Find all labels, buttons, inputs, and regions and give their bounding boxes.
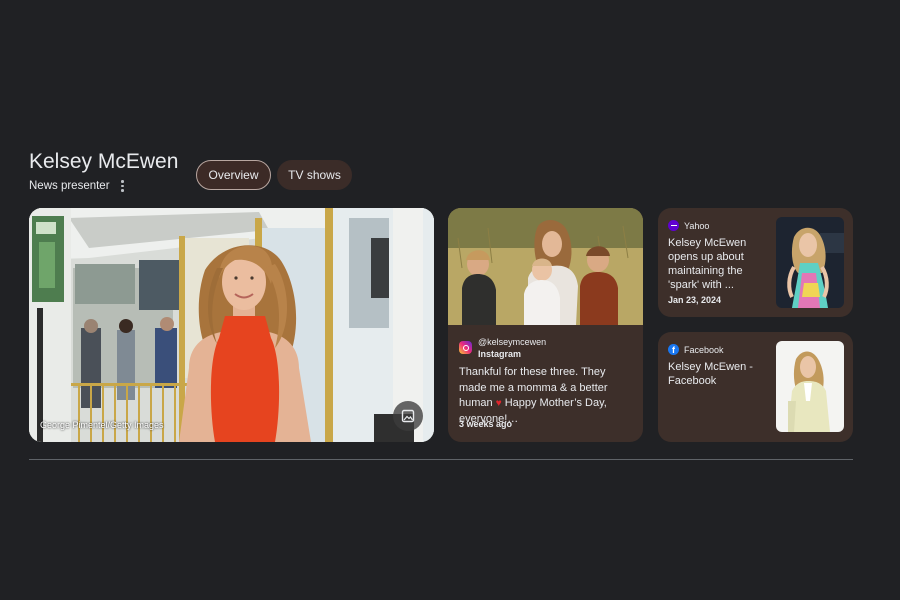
tab-tv-shows[interactable]: TV shows [277, 160, 352, 190]
entity-subtitle-row: News presenter [29, 179, 128, 193]
facebook-title: Kelsey McEwen - Facebook [668, 361, 753, 387]
image-icon [401, 409, 415, 423]
article-thumbnail [776, 217, 844, 308]
article-title: Kelsey McEwen opens up about maintaining… [668, 237, 747, 291]
knowledge-panel: Kelsey McEwen News presenter Overview TV… [0, 0, 900, 600]
family-photo [448, 208, 643, 325]
photo-credit: George Pimentel/Getty Images [40, 420, 164, 430]
post-time: 3 weeks ago [459, 419, 513, 429]
instagram-post-card[interactable]: @kelseymcewen Instagram Thankful for the… [448, 208, 643, 442]
post-handle: @kelseymcewen [478, 337, 547, 347]
article-source: Yahoo [668, 220, 709, 231]
yahoo-article-card[interactable]: Yahoo Kelsey McEwen opens up about maint… [658, 208, 853, 317]
post-text: Thankful for these three. They made me a… [459, 365, 635, 427]
entity-subtitle: News presenter [29, 180, 110, 192]
tab-overview[interactable]: Overview [196, 160, 271, 190]
image-button[interactable] [393, 401, 423, 431]
article-source-label: Yahoo [684, 220, 710, 231]
instagram-icon [459, 341, 472, 354]
heart-icon: ♥ [495, 398, 502, 409]
post-platform: Instagram [478, 349, 522, 359]
facebook-source-label: Facebook [684, 344, 724, 355]
divider [29, 459, 853, 460]
article-date: Jan 23, 2024 [668, 295, 722, 305]
hero-photo [29, 208, 434, 442]
more-options-icon[interactable] [118, 179, 128, 193]
facebook-source: f Facebook [668, 344, 724, 355]
entity-title: Kelsey McEwen [29, 150, 179, 173]
yahoo-icon [668, 220, 679, 231]
facebook-thumbnail [776, 341, 844, 432]
facebook-icon: f [668, 344, 679, 355]
hero-image-card[interactable]: George Pimentel/Getty Images [29, 208, 434, 442]
post-source: @kelseymcewen Instagram [459, 336, 546, 360]
facebook-card[interactable]: f Facebook Kelsey McEwen - Facebook [658, 332, 853, 442]
